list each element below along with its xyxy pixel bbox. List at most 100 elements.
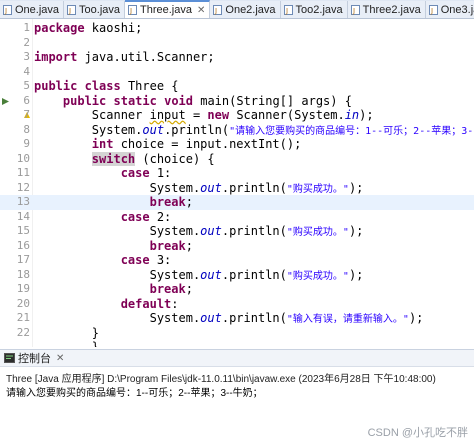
code-text: .println( — [221, 180, 287, 195]
current-code-line[interactable]: 13 break; — [0, 195, 474, 210]
line-number: 9 — [23, 137, 30, 150]
code-text: Scanner — [91, 108, 150, 122]
keyword: switch — [91, 151, 136, 166]
static-field: out — [200, 180, 222, 195]
keyword: public — [62, 93, 107, 108]
line-number: 12 — [16, 180, 30, 194]
code-editor[interactable]: 1 package kaoshi; 2 3 import java.util.S… — [0, 19, 474, 347]
console-view-tab[interactable]: 控制台 ✕ — [0, 349, 474, 367]
code-line[interactable]: 1 package kaoshi; — [0, 21, 474, 36]
watermark: CSDN @小孔吃不胖 — [367, 427, 468, 439]
code-text: System. — [149, 267, 201, 282]
svg-text:J: J — [430, 7, 433, 15]
code-line[interactable]: 10 switch (choice) { — [0, 151, 474, 167]
close-icon[interactable]: ✕ — [56, 353, 64, 364]
code-text: .println( — [164, 122, 230, 137]
line-number: 21 — [16, 311, 30, 324]
code-line[interactable]: 12 System.out.println("购买成功。"); — [0, 181, 474, 196]
line-number: 13 — [16, 195, 30, 208]
code-text: .println( — [221, 224, 287, 238]
code-text: System. — [149, 224, 201, 238]
string-literal: "购买成功。" — [286, 227, 349, 238]
code-line[interactable]: 20 default: — [0, 297, 474, 312]
code-text: (choice) { — [135, 151, 215, 166]
svg-text:J: J — [214, 7, 217, 15]
code-text: System. — [149, 311, 201, 325]
svg-text:J: J — [129, 7, 132, 15]
static-field: out — [142, 122, 165, 137]
code-text: main(String[] args) { — [193, 93, 352, 108]
code-text: Three { — [120, 79, 179, 93]
code-text: ); — [348, 180, 364, 195]
line-number: 14 — [16, 209, 30, 223]
tab-label: One.java — [15, 3, 60, 16]
java-file-icon: J — [350, 4, 360, 15]
console-launch-status: Three [Java 应用程序] D:\Program Files\jdk-1… — [6, 374, 436, 385]
tab-three-java[interactable]: J Three.java ✕ — [125, 0, 211, 18]
code-line[interactable]: 2 — [0, 36, 474, 51]
tab-three2-java[interactable]: J Three2.java — [347, 1, 426, 18]
string-literal: "请输入您要购买的商品编号：1--可乐；2--苹果；3--牛奶；" — [229, 125, 474, 137]
code-text: java.util.Scanner; — [77, 50, 215, 64]
tab-one2-java[interactable]: J One2.java — [210, 1, 281, 18]
code-text: 2: — [149, 209, 172, 224]
code-line[interactable]: 7 Scanner input = new Scanner(System.in)… — [0, 108, 474, 123]
java-file-icon: J — [428, 4, 438, 15]
tab-one-java[interactable]: J One.java — [0, 1, 65, 18]
code-line[interactable]: 5 public class Three { — [0, 79, 474, 94]
line-number: 1 — [23, 21, 30, 34]
keyword: public — [34, 79, 78, 93]
code-text: } — [91, 325, 100, 340]
code-line[interactable]: 15 System.out.println("购买成功。"); — [0, 224, 474, 239]
code-text: Scanner(System. — [229, 108, 345, 122]
line-number: 20 — [16, 296, 30, 310]
line-number: 3 — [23, 50, 30, 63]
keyword: new — [207, 108, 230, 122]
line-number: 15 — [16, 224, 30, 237]
code-text: = — [185, 108, 208, 122]
code-line[interactable]: 22 } — [0, 326, 474, 341]
code-text: : — [171, 296, 179, 311]
code-line[interactable]: 14 case 2: — [0, 210, 474, 225]
static-field: in — [344, 108, 360, 122]
tab-label: Three.java — [140, 4, 192, 16]
code-text: ; — [185, 282, 193, 296]
code-line[interactable]: 16 break; — [0, 239, 474, 254]
java-file-icon: J — [67, 4, 77, 15]
keyword: void — [164, 93, 193, 108]
code-line[interactable]: 17 case 3: — [0, 253, 474, 268]
code-text: ); — [359, 108, 374, 122]
code-line[interactable]: } — [0, 340, 474, 347]
code-line[interactable]: 9 int choice = input.nextInt(); — [0, 137, 474, 152]
code-line[interactable]: 3 import java.util.Scanner; — [0, 50, 474, 65]
line-number: 2 — [23, 35, 30, 49]
code-line[interactable]: 11 case 1: — [0, 166, 474, 181]
code-line[interactable]: 21 System.out.println("输入有误，请重新输入。"); — [0, 311, 474, 326]
svg-text:J: J — [68, 7, 71, 15]
keyword: import — [34, 50, 78, 64]
keyword: default — [120, 296, 172, 311]
line-number: 22 — [16, 325, 30, 339]
java-file-icon: J — [3, 4, 12, 15]
java-file-icon: J — [213, 4, 223, 15]
line-number: 8 — [23, 122, 30, 136]
override-marker-icon — [2, 97, 9, 105]
code-text: .println( — [221, 267, 287, 282]
close-icon[interactable]: ✕ — [197, 5, 205, 16]
code-line[interactable]: 19 break; — [0, 282, 474, 297]
code-line[interactable]: 4 — [0, 65, 474, 80]
line-number: 6 — [23, 93, 30, 107]
tab-too2-java[interactable]: J Too2.java — [280, 1, 348, 18]
keyword: case — [120, 253, 150, 267]
code-line[interactable]: 8 System.out.println("请输入您要购买的商品编号：1--可乐… — [0, 123, 474, 138]
code-line[interactable]: 6 public static void main(String[] args)… — [0, 94, 474, 109]
tab-label: Too2.java — [295, 3, 343, 16]
tab-too-java[interactable]: J Too.java — [64, 1, 126, 18]
code-text: ; — [185, 238, 193, 253]
keyword: case — [120, 209, 150, 224]
line-number: 11 — [16, 166, 30, 179]
keyword: static — [113, 93, 157, 108]
code-line[interactable]: 18 System.out.println("购买成功。"); — [0, 268, 474, 283]
code-text: choice = input.nextInt(); — [113, 137, 302, 151]
tab-one3-java[interactable]: J One3.java — [425, 1, 474, 18]
